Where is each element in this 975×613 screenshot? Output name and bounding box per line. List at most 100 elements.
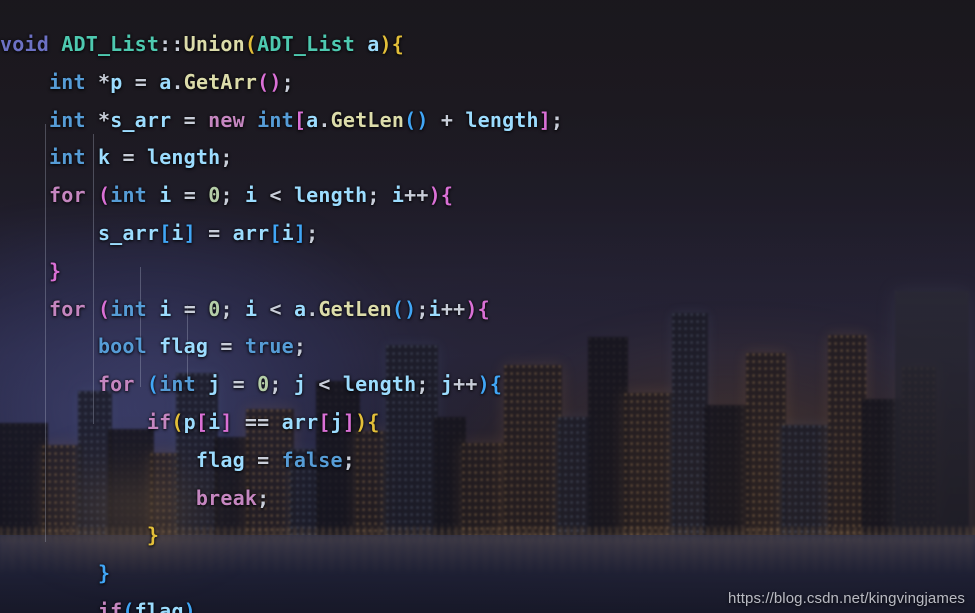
code-line[interactable]: break; (0, 480, 975, 518)
code-line[interactable]: int k = length; (0, 139, 975, 177)
token: flag (134, 598, 184, 613)
token: GetArr (183, 69, 258, 94)
code-line[interactable]: } (0, 253, 975, 291)
token: < (269, 296, 282, 321)
token: ; (257, 485, 270, 510)
token: i (159, 296, 172, 321)
token: = (134, 69, 147, 94)
token: ADT_List (257, 32, 356, 56)
bracket-open: { (440, 183, 454, 208)
code-line[interactable]: for (int j = 0; j < length; j++){ (0, 366, 975, 404)
token: ; (342, 447, 356, 472)
token: ; (416, 372, 429, 397)
token: . (318, 107, 331, 132)
token: = (183, 183, 196, 208)
token: j (208, 372, 221, 397)
code-line[interactable]: } (0, 517, 975, 555)
bracket-close: ) (183, 598, 196, 613)
bracket-open: ( (171, 409, 184, 434)
blog-url-watermark: https://blog.csdn.net/kingvingjames (728, 590, 965, 607)
token: false (281, 447, 343, 472)
token: :: (159, 32, 184, 56)
token: = (183, 107, 196, 132)
bracket-close: ] (220, 409, 233, 434)
token: GetLen (318, 296, 392, 321)
token: * (97, 69, 111, 94)
token: ; (416, 296, 429, 321)
token: arr (232, 220, 270, 245)
bracket-close: } (146, 523, 160, 548)
token: 0 (257, 372, 270, 397)
token: = (220, 334, 233, 359)
token: flag (159, 334, 209, 359)
token: length (146, 145, 221, 170)
code-line[interactable]: void ADT_List::Union(ADT_List a){ (0, 26, 975, 64)
code-line[interactable]: for (int i = 0; i < a.GetLen();i++){ (0, 291, 975, 329)
token: void (0, 32, 49, 56)
token: ++ (404, 183, 429, 208)
token: int (48, 145, 86, 170)
token: i (244, 183, 258, 208)
token: bool (97, 334, 147, 359)
token: a (306, 107, 319, 132)
token: new (208, 107, 245, 132)
bracket-close: ) (355, 409, 368, 434)
token: j (440, 372, 454, 397)
bracket-close: ) (416, 107, 429, 132)
token: = (232, 372, 245, 397)
code-line[interactable]: s_arr[i] = arr[i]; (0, 215, 975, 253)
bracket-open: [ (269, 220, 282, 245)
token: s_arr (110, 107, 172, 132)
token: int (48, 69, 86, 94)
code-line[interactable]: for (int i = 0; i < length; i++){ (0, 177, 975, 215)
bracket-close: ) (269, 69, 282, 94)
bracket-open: ( (244, 32, 258, 56)
token: ; (269, 372, 282, 397)
code-line[interactable]: bool flag = true; (0, 328, 975, 366)
token: arr (281, 409, 319, 434)
code-line[interactable]: } (0, 555, 975, 593)
token: i (391, 183, 405, 208)
bracket-open: ( (146, 372, 160, 397)
bracket-open: ( (122, 598, 135, 613)
token: a (367, 32, 380, 56)
code-block[interactable]: void ADT_List::Union(ADT_List a){ int *p… (0, 20, 975, 613)
token: length (465, 107, 539, 132)
token: if (146, 409, 172, 434)
token: == (244, 409, 270, 434)
bracket-open: ( (97, 183, 111, 208)
bracket-open: [ (318, 409, 331, 434)
bracket-close: ) (404, 296, 417, 321)
code-line[interactable]: int *p = a.GetArr(); (0, 64, 975, 102)
token: ; (281, 69, 294, 94)
bracket-open: ( (257, 69, 270, 94)
token: ; (220, 296, 233, 321)
code-line[interactable]: if(p[i] == arr[j]){ (0, 404, 975, 442)
token: = (257, 447, 270, 472)
code-line[interactable]: int *s_arr = new int[a.GetLen() + length… (0, 102, 975, 140)
code-line[interactable]: flag = false; (0, 442, 975, 480)
token: j (330, 409, 343, 434)
bracket-close: ) (379, 32, 392, 56)
token: length (342, 372, 417, 397)
